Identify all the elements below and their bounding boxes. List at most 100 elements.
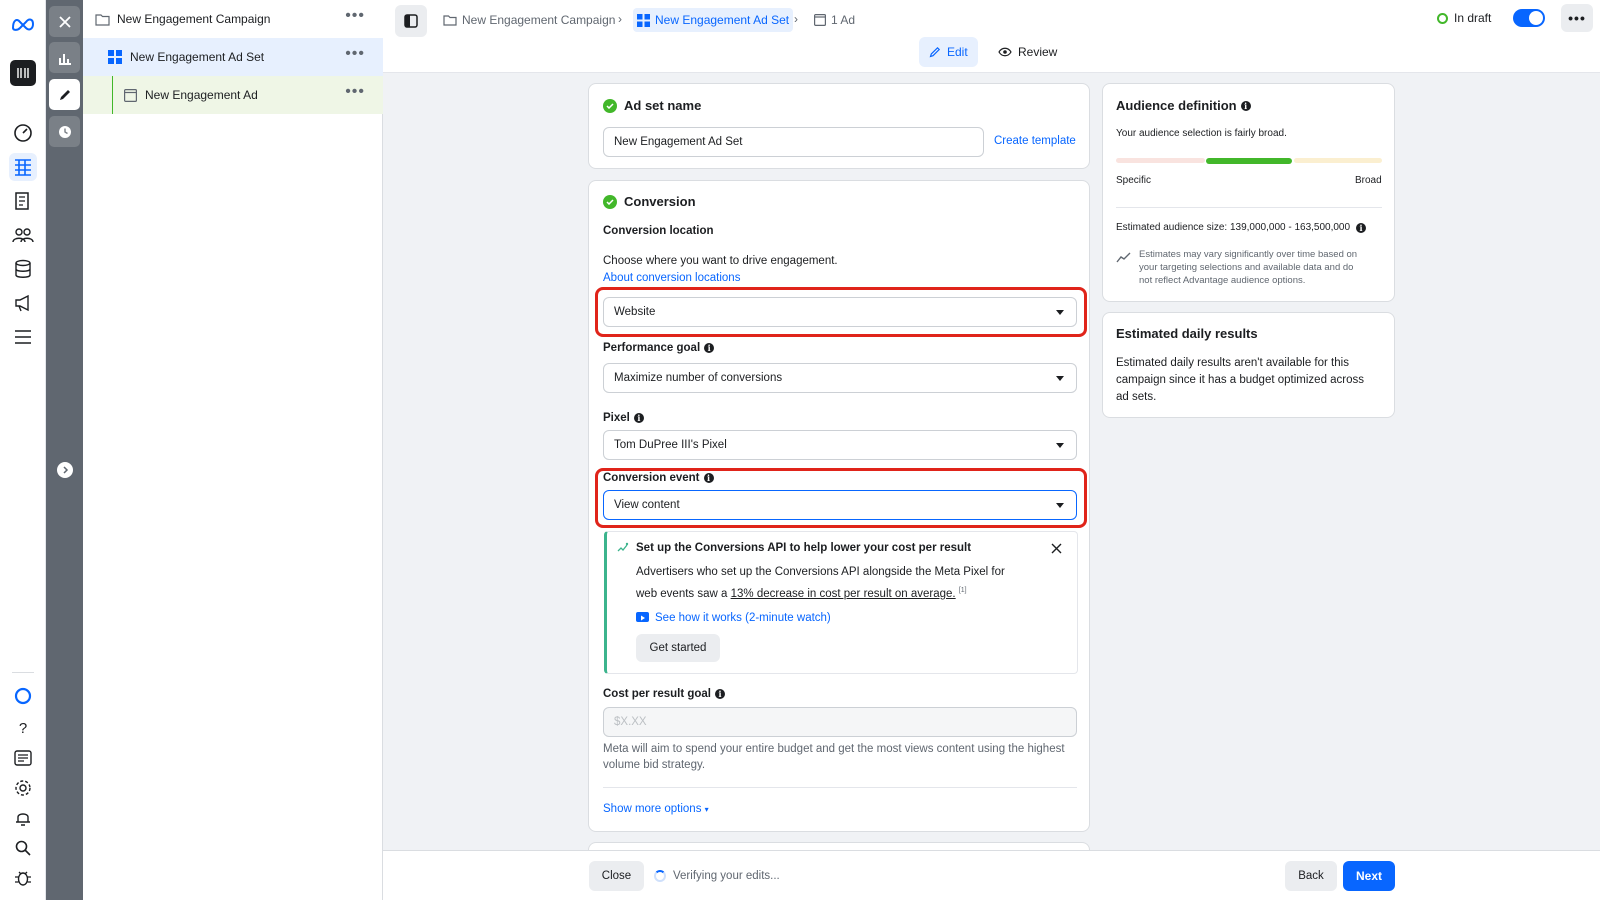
draft-status: In draft bbox=[1437, 11, 1491, 25]
breadcrumb-campaign[interactable]: New Engagement Campaign bbox=[439, 8, 619, 32]
breadcrumb-campaign-label: New Engagement Campaign bbox=[462, 13, 616, 27]
meta-ai-icon[interactable] bbox=[9, 682, 37, 710]
audience-title: Audience definition i bbox=[1116, 98, 1251, 113]
create-template-link[interactable]: Create template bbox=[994, 133, 1076, 149]
ad-page-icon bbox=[814, 14, 826, 26]
performance-goal-select[interactable]: Maximize number of conversions bbox=[603, 363, 1077, 393]
close-editor-icon[interactable] bbox=[49, 6, 80, 37]
pixel-value: Tom DuPree III's Pixel bbox=[614, 439, 727, 451]
campaign-more-icon[interactable]: ••• bbox=[345, 8, 365, 24]
tree-item-campaign[interactable]: New Engagement Campaign ••• bbox=[83, 0, 383, 38]
meta-logo-icon[interactable] bbox=[9, 10, 37, 38]
see-how-it-works-link[interactable]: See how it works (2-minute watch) bbox=[655, 610, 831, 626]
news-feed-icon[interactable] bbox=[9, 744, 37, 772]
sparkle-icon bbox=[617, 542, 629, 557]
expand-chevron-icon[interactable] bbox=[57, 462, 73, 478]
about-conversion-locations-link[interactable]: About conversion locations bbox=[603, 270, 740, 286]
adset-name-input[interactable]: New Engagement Ad Set bbox=[603, 127, 984, 157]
cost-goal-label: Cost per result goal i bbox=[603, 688, 725, 700]
tree-adset-label: New Engagement Ad Set bbox=[130, 50, 265, 64]
draft-ring-icon bbox=[1437, 12, 1448, 24]
menu-icon[interactable] bbox=[9, 323, 37, 351]
daily-results-line2: campaign since it has a budget optimized… bbox=[1116, 374, 1365, 386]
show-more-options-link[interactable]: Show more options ▾ bbox=[603, 801, 709, 818]
account-avatar[interactable] bbox=[10, 60, 36, 86]
toggle-panel-icon[interactable] bbox=[395, 5, 427, 37]
history-clock-icon[interactable] bbox=[49, 116, 80, 147]
close-banner-icon[interactable] bbox=[1051, 543, 1062, 557]
adset-grid-icon bbox=[637, 13, 650, 27]
show-more-options-label: Show more options bbox=[603, 803, 702, 815]
publish-toggle[interactable] bbox=[1513, 9, 1545, 27]
close-button[interactable]: Close bbox=[589, 861, 644, 891]
back-button[interactable]: Back bbox=[1285, 861, 1337, 891]
performance-goal-value: Maximize number of conversions bbox=[614, 372, 783, 384]
info-icon[interactable]: i bbox=[704, 343, 715, 353]
breadcrumb-ad[interactable]: 1 Ad bbox=[810, 8, 859, 32]
cost-goal-label-text: Cost per result goal bbox=[603, 688, 711, 700]
info-icon[interactable]: i bbox=[715, 689, 725, 699]
capi-body-line1: Advertisers who set up the Conversions A… bbox=[636, 566, 1005, 578]
editor-tool-strip bbox=[46, 0, 83, 900]
cost-goal-input[interactable]: $X.XX bbox=[603, 707, 1077, 737]
tab-review[interactable]: Review bbox=[988, 37, 1067, 67]
insights-chart-icon[interactable] bbox=[49, 42, 80, 73]
more-options-icon[interactable]: ••• bbox=[1561, 4, 1593, 32]
next-button[interactable]: Next bbox=[1343, 861, 1395, 891]
audience-note-line2: your targeting selections and available … bbox=[1139, 262, 1354, 273]
notifications-bell-icon[interactable] bbox=[9, 804, 37, 832]
conversion-location-help: Choose where you want to drive engagemen… bbox=[603, 255, 838, 267]
cost-goal-help-line1: Meta will aim to spend your entire budge… bbox=[603, 743, 1065, 755]
folder-icon bbox=[443, 14, 457, 26]
draft-status-label: In draft bbox=[1454, 11, 1492, 25]
capi-body-prefix: web events saw a bbox=[636, 587, 731, 600]
capi-study-link[interactable]: 13% decrease in cost per result on avera… bbox=[731, 588, 956, 600]
audience-title-text: Audience definition bbox=[1116, 98, 1237, 113]
edit-pencil-icon[interactable] bbox=[49, 79, 80, 110]
ad-more-icon[interactable]: ••• bbox=[345, 84, 365, 100]
conversion-location-select[interactable]: Website bbox=[603, 297, 1077, 327]
billing-icon[interactable] bbox=[9, 255, 37, 283]
dropdown-caret-icon bbox=[1056, 310, 1064, 315]
audiences-icon[interactable] bbox=[9, 221, 37, 249]
bug-report-icon[interactable] bbox=[9, 864, 37, 892]
get-started-button[interactable]: Get started bbox=[636, 634, 720, 662]
info-icon[interactable]: i bbox=[633, 413, 644, 423]
daily-results-line3: ad sets. bbox=[1116, 391, 1157, 403]
campaign-tree-panel: New Engagement Campaign ••• New Engageme… bbox=[83, 0, 383, 900]
breadcrumb-adset[interactable]: New Engagement Ad Set bbox=[633, 8, 794, 32]
rail-divider bbox=[12, 672, 34, 673]
tree-item-adset[interactable]: New Engagement Ad Set ••• bbox=[83, 38, 383, 76]
campaigns-table-icon[interactable] bbox=[9, 153, 37, 181]
daily-results-title: Estimated daily results bbox=[1116, 326, 1258, 341]
audience-size-text: Estimated audience size: 139,000,000 - 1… bbox=[1116, 222, 1351, 233]
conversion-event-label-text: Conversion event bbox=[603, 472, 700, 484]
info-icon[interactable]: i bbox=[1356, 223, 1367, 233]
breadcrumb-chevron-icon: › bbox=[618, 12, 622, 26]
dropdown-caret-icon bbox=[1056, 503, 1064, 508]
ads-manager-app: ? New Engagement Campaign ••• New Engage… bbox=[0, 0, 1600, 900]
adset-more-icon[interactable]: ••• bbox=[345, 46, 365, 62]
ad-page-icon bbox=[122, 87, 138, 103]
pixel-select[interactable]: Tom DuPree III's Pixel bbox=[603, 430, 1077, 460]
tree-item-ad[interactable]: New Engagement Ad ••• bbox=[83, 76, 383, 114]
megaphone-icon[interactable] bbox=[9, 289, 37, 317]
loading-spinner-icon bbox=[654, 870, 666, 882]
conversion-event-select[interactable]: View content bbox=[603, 490, 1077, 520]
caret-down-icon: ▾ bbox=[704, 805, 709, 814]
global-nav-rail: ? bbox=[0, 0, 46, 900]
dashboard-gauge-icon[interactable] bbox=[9, 119, 37, 147]
capi-footnote[interactable]: [1] bbox=[959, 587, 967, 594]
tab-edit[interactable]: Edit bbox=[919, 37, 978, 67]
settings-gear-icon[interactable] bbox=[9, 774, 37, 802]
tree-ad-label: New Engagement Ad bbox=[145, 88, 258, 102]
adset-grid-icon bbox=[107, 49, 123, 65]
info-icon[interactable]: i bbox=[703, 473, 714, 483]
meter-current-segment bbox=[1206, 158, 1292, 164]
info-icon[interactable]: i bbox=[1240, 100, 1251, 111]
help-icon[interactable]: ? bbox=[9, 714, 37, 742]
editor-footer: Close Verifying your edits... Back Next bbox=[383, 850, 1600, 900]
reports-icon[interactable] bbox=[9, 187, 37, 215]
search-icon[interactable] bbox=[9, 834, 37, 862]
audience-note-line1: Estimates may vary significantly over ti… bbox=[1139, 249, 1358, 260]
